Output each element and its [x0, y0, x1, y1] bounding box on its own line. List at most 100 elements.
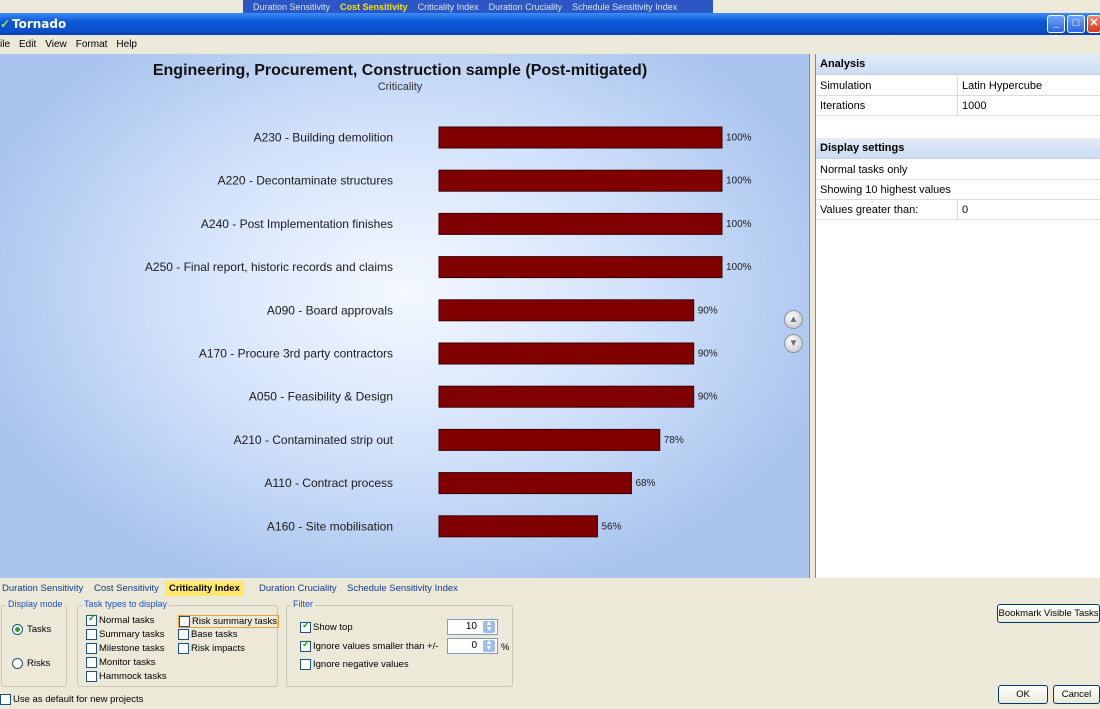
ok-button[interactable]: OK [998, 685, 1048, 704]
checkbox-ignore-negative[interactable]: Ignore negative values [300, 659, 409, 670]
bookmark-visible-tasks-button[interactable]: Bookmark Visible Tasks [997, 604, 1100, 623]
display-value: 0 [962, 204, 969, 216]
criticality-bar[interactable] [438, 385, 695, 408]
checkbox-summary-tasks[interactable]: Summary tasks [86, 629, 164, 640]
tab-duration-cruciality[interactable]: Duration Cruciality [259, 581, 337, 596]
checkbox-risk-summary-tasks[interactable]: Risk summary tasks [178, 615, 279, 628]
checkbox-checked-icon[interactable] [300, 620, 311, 633]
tab-strip: Duration Sensitivity Cost Sensitivity Cr… [0, 580, 1100, 597]
checkbox-icon[interactable] [179, 616, 190, 627]
bar-category-label: A220 - Decontaminate structures [218, 174, 393, 188]
scroll-up-arrow-icon[interactable]: ▲ [784, 310, 803, 329]
criticality-bar[interactable] [438, 256, 723, 279]
criticality-bar[interactable] [438, 472, 632, 495]
checkbox-checked-icon[interactable] [300, 639, 311, 652]
task-types-title: Task types to display [82, 599, 170, 609]
minimize-button[interactable]: _ [1047, 15, 1065, 33]
bg-tab-duration-sensitivity[interactable]: Duration Sensitivity [253, 2, 330, 12]
radio-tasks[interactable]: Tasks [12, 624, 51, 635]
menu-format[interactable]: Format [76, 39, 108, 50]
checkbox-label: Monitor tasks [99, 657, 156, 668]
cancel-button[interactable]: Cancel [1053, 685, 1100, 704]
radio-risks[interactable]: Risks [12, 658, 50, 669]
close-button[interactable]: ✕ [1087, 15, 1100, 33]
spinner-arrows-icon[interactable]: ▲ ▼ [483, 639, 495, 652]
checkbox-normal-tasks[interactable]: Normal tasks [86, 613, 155, 626]
checkbox-icon[interactable] [86, 629, 97, 640]
criticality-bar[interactable] [438, 428, 661, 451]
checkbox-hammock-tasks[interactable]: Hammock tasks [86, 671, 167, 682]
criticality-bar[interactable] [438, 515, 598, 538]
scroll-down-arrow-icon[interactable]: ▼ [784, 334, 803, 353]
info-panel: Analysis Simulation Latin Hypercube Iter… [815, 54, 1100, 578]
radio-unselected-icon[interactable] [12, 658, 23, 669]
checkbox-icon[interactable] [178, 643, 189, 654]
bg-tab-cost-sensitivity[interactable]: Cost Sensitivity [340, 2, 408, 12]
criticality-bar[interactable] [438, 169, 723, 192]
display-row: Values greater than: 0 [816, 200, 1100, 220]
criticality-bar[interactable] [438, 212, 723, 235]
checkbox-label: Ignore negative values [313, 659, 409, 670]
criticality-bar[interactable] [438, 299, 695, 322]
checkbox-icon[interactable] [300, 659, 311, 670]
show-top-spinner[interactable]: 10 ▲ ▼ [447, 619, 498, 635]
checkbox-base-tasks[interactable]: Base tasks [178, 629, 237, 640]
tab-cost-sensitivity[interactable]: Cost Sensitivity [94, 581, 159, 596]
bar-category-label: A240 - Post Implementation finishes [201, 217, 393, 231]
checkbox-icon[interactable] [86, 671, 97, 682]
analysis-header: Analysis [816, 54, 1100, 75]
bar-category-label: A230 - Building demolition [254, 131, 393, 145]
checkbox-milestone-tasks[interactable]: Milestone tasks [86, 643, 164, 654]
percent-label: % [501, 642, 510, 653]
bar-category-label: A050 - Feasibility & Design [249, 390, 393, 404]
criticality-bar[interactable] [438, 126, 723, 149]
tab-duration-sensitivity[interactable]: Duration Sensitivity [2, 581, 83, 596]
checkbox-icon[interactable] [86, 643, 97, 654]
ignore-smaller-spinner[interactable]: 0 ▲ ▼ [447, 638, 498, 654]
bar-value-label: 78% [664, 435, 684, 446]
checkbox-label: Risk summary tasks [192, 616, 277, 627]
bar-category-label: A170 - Procure 3rd party contractors [199, 347, 393, 361]
analysis-value: 1000 [962, 100, 987, 112]
bar-category-label: A210 - Contaminated strip out [234, 433, 394, 447]
display-mode-group: Display mode Tasks Risks [1, 599, 67, 687]
menu-help[interactable]: Help [116, 39, 137, 50]
bar-category-label: A090 - Board approvals [267, 303, 393, 317]
menu-bar: ile Edit View Format Help [0, 35, 1100, 54]
task-types-group: Task types to display Normal tasks Summa… [77, 599, 279, 687]
tab-schedule-sensitivity-index[interactable]: Schedule Sensitivity Index [347, 581, 458, 596]
criticality-bar[interactable] [438, 342, 695, 365]
checkbox-monitor-tasks[interactable]: Monitor tasks [86, 657, 156, 668]
bg-tab-criticality-index[interactable]: Criticality Index [418, 2, 479, 12]
checkbox-risk-impacts[interactable]: Risk impacts [178, 643, 245, 654]
bg-tab-duration-cruciality[interactable]: Duration Cruciality [489, 2, 563, 12]
checkbox-checked-icon[interactable] [86, 613, 97, 626]
display-key: Values greater than: [820, 204, 919, 216]
analysis-row: Simulation Latin Hypercube [816, 76, 1100, 96]
radio-selected-icon[interactable] [12, 624, 23, 635]
bar-category-label: A110 - Contract process [264, 476, 393, 490]
tornado-chart: Engineering, Procurement, Construction s… [0, 54, 810, 578]
menu-view[interactable]: View [45, 39, 67, 50]
checkbox-icon[interactable] [86, 657, 97, 668]
checkbox-icon[interactable] [178, 629, 189, 640]
spinner-arrows-icon[interactable]: ▲ ▼ [483, 620, 495, 633]
display-mode-title: Display mode [6, 599, 65, 609]
bg-tab-schedule-sensitivity-index[interactable]: Schedule Sensitivity Index [572, 2, 677, 12]
checkbox-label: Normal tasks [99, 615, 155, 626]
checkbox-ignore-smaller[interactable]: Ignore values smaller than +/- [300, 639, 438, 652]
checkbox-show-top[interactable]: Show top [300, 620, 353, 633]
display-row: Showing 10 highest values [816, 180, 1100, 200]
menu-file[interactable]: ile [0, 39, 10, 50]
checkbox-icon[interactable] [0, 694, 11, 705]
radio-risks-label: Risks [27, 658, 51, 669]
bar-value-label: 90% [698, 349, 718, 360]
bar-value-label: 100% [726, 176, 752, 187]
menu-edit[interactable]: Edit [19, 39, 36, 50]
display-key: Showing 10 highest values [820, 184, 951, 196]
maximize-button[interactable]: □ [1067, 15, 1085, 33]
checkbox-use-as-default[interactable]: Use as default for new projects [0, 694, 143, 705]
title-bar[interactable]: ✓ Tornado _ □ ✕ [0, 13, 1100, 35]
tab-criticality-index[interactable]: Criticality Index [165, 581, 244, 596]
chart-plot: A230 - Building demolition 100% A220 - Dec… [145, 126, 752, 538]
